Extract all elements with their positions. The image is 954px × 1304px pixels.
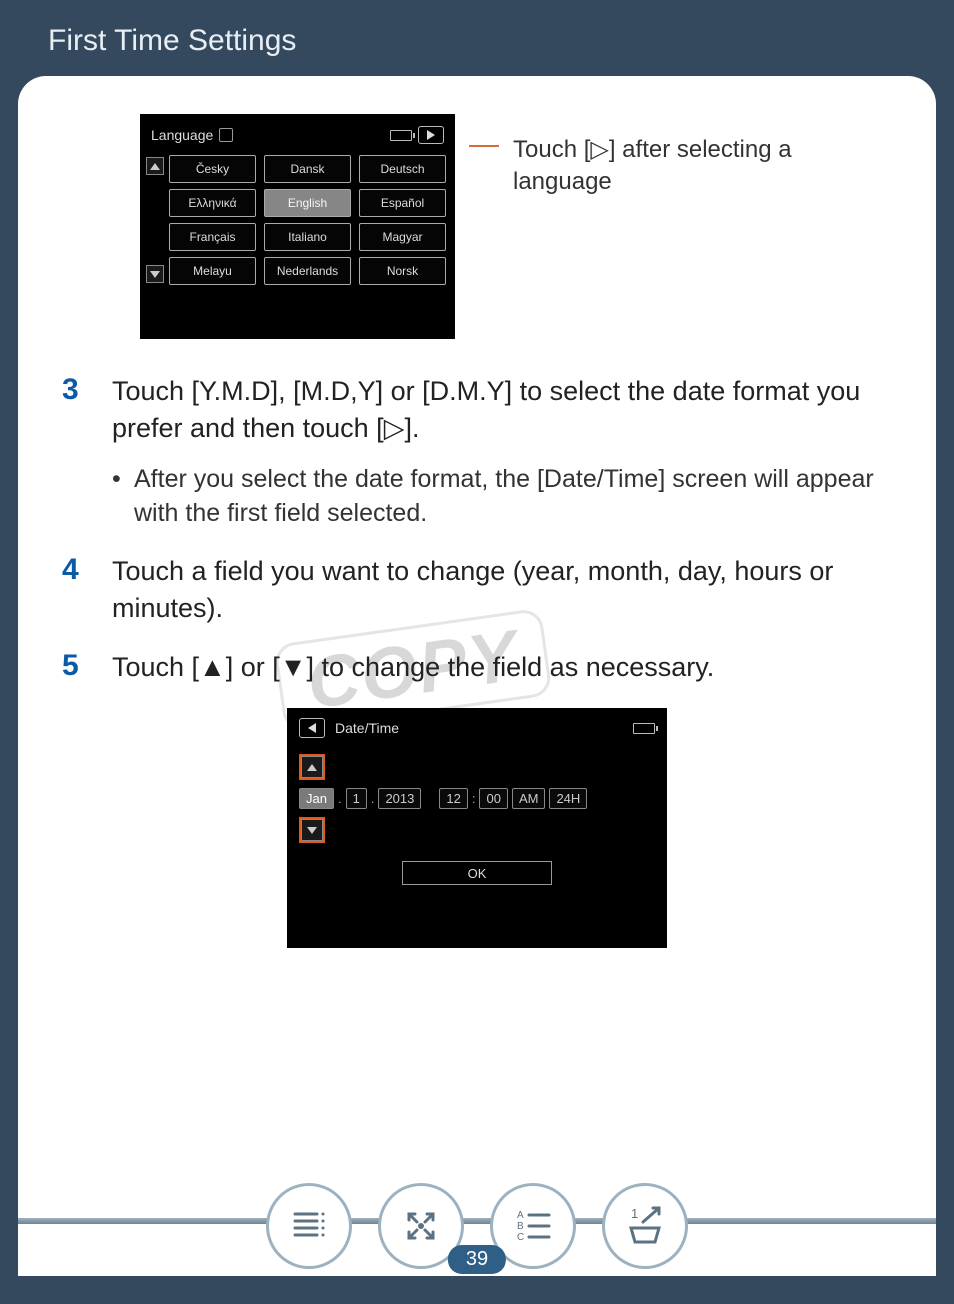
- ok-button[interactable]: OK: [402, 861, 552, 885]
- separator: .: [371, 791, 375, 806]
- step-5: 5 Touch [▲] or [▼] to change the field a…: [62, 649, 892, 686]
- next-button[interactable]: [418, 126, 444, 144]
- svg-text:B: B: [517, 1221, 524, 1232]
- field-down-button[interactable]: [299, 817, 325, 843]
- triangle-down-icon: [307, 827, 317, 834]
- language-option[interactable]: Česky: [169, 155, 256, 183]
- globe-icon: [219, 128, 233, 142]
- step-text: Touch a field you want to change (year, …: [112, 553, 892, 628]
- hour-mode-field[interactable]: 24H: [549, 788, 587, 809]
- language-option[interactable]: Dansk: [264, 155, 351, 183]
- page-number-badge: 39: [448, 1245, 506, 1274]
- step-text: Touch [▲] or [▼] to change the field as …: [112, 649, 714, 686]
- language-option[interactable]: English: [264, 189, 351, 217]
- step-bullet: After you select the date format, the [D…: [112, 462, 892, 531]
- language-screen: Language Česky Dansk Deutsch Ελληνικά Englis…: [140, 114, 455, 339]
- step-4: 4 Touch a field you want to change (year…: [62, 553, 892, 628]
- step-3: 3 Touch [Y.M.D], [M.D,Y] or [D.M.Y] to s…: [62, 373, 892, 531]
- scroll-up-button[interactable]: [146, 157, 164, 175]
- battery-icon: [633, 723, 655, 734]
- language-option[interactable]: Nederlands: [264, 257, 351, 285]
- list-icon: [285, 1202, 333, 1250]
- language-option[interactable]: Magyar: [359, 223, 446, 251]
- triangle-up-icon: [307, 764, 317, 771]
- language-option[interactable]: Norsk: [359, 257, 446, 285]
- triangle-right-icon: [427, 130, 435, 140]
- ampm-field[interactable]: AM: [512, 788, 546, 809]
- abc-list-icon: A B C: [509, 1202, 557, 1250]
- step-number: 5: [62, 649, 90, 686]
- day-field[interactable]: 1: [346, 788, 367, 809]
- bottom-nav: A B C 1 39: [18, 1176, 936, 1276]
- svg-text:A: A: [517, 1210, 524, 1221]
- separator: :: [472, 791, 476, 806]
- separator: .: [338, 791, 342, 806]
- jump-button[interactable]: 1: [602, 1183, 688, 1269]
- callout-leader-line: [469, 145, 499, 147]
- box-arrow-icon: 1: [621, 1202, 669, 1250]
- expand-icon: [397, 1202, 445, 1250]
- toc-button[interactable]: [266, 1183, 352, 1269]
- section-title: First Time Settings: [0, 0, 954, 76]
- svg-text:C: C: [517, 1232, 524, 1243]
- language-screen-title: Language: [151, 127, 213, 143]
- datetime-screen: Date/Time Jan . 1 . 2013 12 : 00 AM 24H: [287, 708, 667, 948]
- page-body: COPY Language: [18, 76, 936, 1276]
- minute-field[interactable]: 00: [479, 788, 507, 809]
- step-text: Touch [Y.M.D], [M.D,Y] or [D.M.Y] to sel…: [112, 373, 892, 448]
- language-option[interactable]: Melayu: [169, 257, 256, 285]
- datetime-screen-title: Date/Time: [335, 720, 399, 736]
- language-option[interactable]: Deutsch: [359, 155, 446, 183]
- callout-text: Touch [▷] after selecting a language: [513, 134, 833, 199]
- step-number: 4: [62, 553, 90, 628]
- scroll-down-button[interactable]: [146, 265, 164, 283]
- year-field[interactable]: 2013: [378, 788, 421, 809]
- language-option[interactable]: Français: [169, 223, 256, 251]
- language-option[interactable]: Español: [359, 189, 446, 217]
- language-option[interactable]: Ελληνικά: [169, 189, 256, 217]
- step-number: 3: [62, 373, 90, 531]
- svg-text:1: 1: [631, 1206, 638, 1221]
- month-field[interactable]: Jan: [299, 788, 334, 809]
- triangle-down-icon: [150, 271, 160, 278]
- hour-field[interactable]: 12: [439, 788, 467, 809]
- triangle-up-icon: [150, 163, 160, 170]
- back-button[interactable]: [299, 718, 325, 738]
- language-option[interactable]: Italiano: [264, 223, 351, 251]
- battery-icon: [390, 130, 412, 141]
- triangle-left-icon: [308, 723, 316, 733]
- field-up-button[interactable]: [299, 754, 325, 780]
